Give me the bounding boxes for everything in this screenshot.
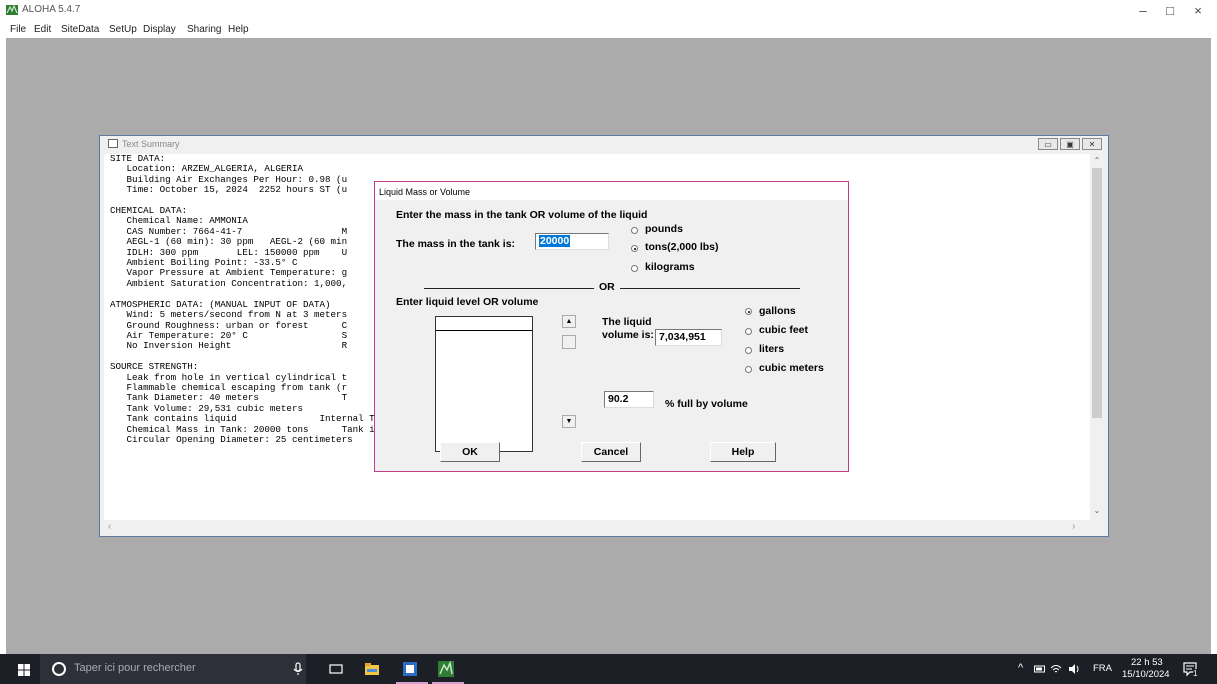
battery-icon[interactable] [1034, 664, 1046, 674]
tank-diagram[interactable] [435, 316, 533, 452]
volume-label-1: The liquid [602, 316, 652, 328]
percent-full-label: % full by volume [665, 398, 748, 410]
scroll-thumb[interactable] [1092, 168, 1102, 418]
task-view-icon[interactable] [328, 661, 344, 677]
dialog-titlebar[interactable]: Liquid Mass or Volume [375, 182, 848, 200]
scroll-left-icon[interactable]: ‹ [108, 521, 111, 532]
maximize-button[interactable]: □ [1160, 3, 1180, 18]
level-heading: Enter liquid level OR volume [396, 296, 539, 308]
help-button[interactable]: Help [710, 442, 776, 462]
dialog-heading: Enter the mass in the tank OR volume of … [396, 209, 648, 221]
taskbar: Taper ici pour rechercher ^ FRA 22 h 53 … [0, 654, 1217, 684]
liquid-mass-dialog: Liquid Mass or Volume Enter the mass in … [374, 181, 849, 472]
cortana-icon [52, 662, 66, 676]
mass-label: The mass in the tank is: [396, 238, 516, 250]
level-up-icon[interactable]: ▲ [562, 315, 576, 328]
mass-input[interactable]: 20000 [535, 233, 609, 250]
wifi-icon[interactable] [1050, 663, 1062, 675]
windows-start-icon[interactable] [18, 664, 30, 676]
dialog-title: Liquid Mass or Volume [379, 187, 471, 197]
or-divider-left [424, 288, 594, 289]
ok-button[interactable]: OK [440, 442, 500, 462]
menu-sharing[interactable]: Sharing [187, 24, 221, 35]
minimize-button[interactable]: – [1133, 3, 1153, 18]
microphone-icon[interactable] [290, 661, 306, 677]
text-summary-titlebar[interactable]: Text Summary ▭ ▣ ✕ [100, 136, 1108, 153]
app-title: ALOHA 5.4.7 [22, 4, 81, 15]
language-indicator[interactable]: FRA [1093, 663, 1112, 674]
office-app-icon[interactable] [402, 661, 418, 677]
volume-label-2: volume is: [602, 329, 654, 341]
volume-icon[interactable] [1068, 663, 1080, 675]
radio-cubic-meters[interactable] [745, 366, 752, 373]
or-divider-right [620, 288, 800, 289]
radio-liters-label[interactable]: liters [759, 343, 784, 355]
radio-kilograms-label[interactable]: kilograms [645, 261, 695, 273]
menu-setup[interactable]: SetUp [109, 24, 137, 35]
menu-sitedata[interactable]: SiteData [61, 24, 99, 35]
close-icon[interactable]: ✕ [1082, 138, 1102, 150]
scroll-up-icon[interactable]: ⌃ [1092, 156, 1102, 165]
taskbar-search-box[interactable]: Taper ici pour rechercher [40, 654, 306, 684]
notification-count: 1 [1193, 669, 1198, 678]
volume-input[interactable]: 7,034,951 [655, 329, 722, 346]
aloha-app-icon [6, 5, 18, 15]
radio-gallons-label[interactable]: gallons [759, 305, 796, 317]
close-button[interactable]: × [1188, 3, 1208, 18]
menu-display[interactable]: Display [143, 24, 176, 35]
horizontal-scrollbar[interactable]: ‹ › [104, 520, 1090, 534]
menu-bar: File Edit SiteData SetUp Display Sharing… [0, 22, 1217, 38]
clock-date[interactable]: 15/10/2024 [1122, 669, 1170, 680]
percent-full-input[interactable]: 90.2 [604, 391, 654, 408]
radio-liters[interactable] [745, 347, 752, 354]
mass-value: 20000 [539, 235, 571, 247]
search-placeholder: Taper ici pour rechercher [74, 662, 196, 674]
radio-cubic-feet[interactable] [745, 328, 752, 335]
aloha-taskbar-icon[interactable] [438, 661, 454, 677]
radio-cubic-meters-label[interactable]: cubic meters [759, 362, 824, 374]
text-summary-title: Text Summary [122, 139, 180, 149]
radio-kilograms[interactable] [631, 265, 638, 272]
scroll-down-icon[interactable]: ⌄ [1092, 506, 1102, 515]
level-scroll-thumb[interactable] [562, 335, 576, 349]
radio-cubic-feet-label[interactable]: cubic feet [759, 324, 808, 336]
tray-chevron-icon[interactable]: ^ [1018, 662, 1023, 674]
radio-gallons[interactable] [745, 308, 752, 315]
radio-pounds-label[interactable]: pounds [645, 223, 683, 235]
radio-pounds[interactable] [631, 227, 638, 234]
scroll-right-icon[interactable]: › [1072, 521, 1075, 532]
menu-edit[interactable]: Edit [34, 24, 51, 35]
level-down-icon[interactable]: ▼ [562, 415, 576, 428]
clock-time[interactable]: 22 h 53 [1131, 657, 1163, 668]
or-label: OR [599, 281, 615, 293]
menu-file[interactable]: File [10, 24, 26, 35]
file-explorer-icon[interactable] [364, 661, 380, 677]
minimize-icon[interactable]: ▭ [1038, 138, 1058, 150]
radio-tons[interactable] [631, 245, 638, 252]
vertical-scrollbar[interactable]: ⌃ ⌄ [1090, 154, 1104, 520]
app-titlebar: ALOHA 5.4.7 – □ × [0, 0, 1217, 22]
tank-liquid-level[interactable] [436, 330, 532, 331]
window-icon [108, 139, 118, 148]
menu-help[interactable]: Help [228, 24, 249, 35]
cancel-button[interactable]: Cancel [581, 442, 641, 462]
radio-tons-label[interactable]: tons(2,000 lbs) [645, 241, 719, 253]
maximize-icon[interactable]: ▣ [1060, 138, 1080, 150]
